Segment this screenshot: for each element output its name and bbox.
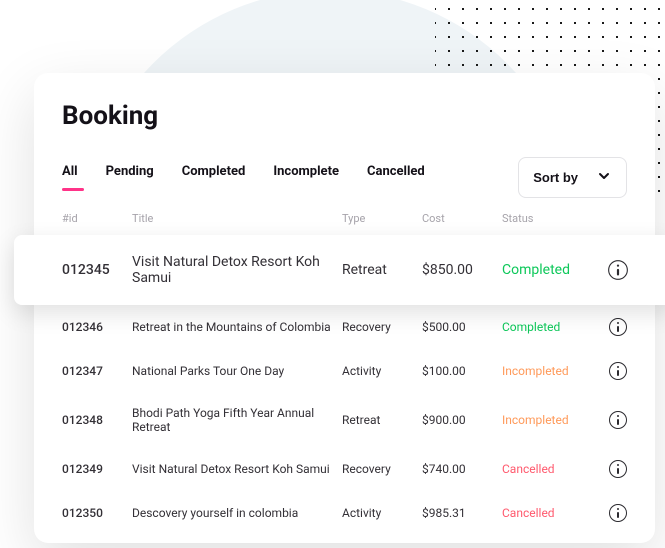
- status-badge: Completed: [502, 320, 600, 334]
- cell-id: 012349: [62, 462, 132, 476]
- cell-cost: $985.31: [422, 506, 502, 520]
- cell-cost: $500.00: [422, 320, 502, 334]
- col-title: Title: [132, 212, 342, 225]
- cell-actions: [600, 261, 627, 279]
- tab-incomplete[interactable]: Incomplete: [273, 164, 339, 191]
- status-badge: Incompleted: [502, 413, 600, 427]
- tab-cancelled[interactable]: Cancelled: [367, 164, 425, 191]
- cell-id: 012347: [62, 364, 132, 378]
- cell-actions: [600, 318, 627, 336]
- info-icon[interactable]: [609, 362, 627, 380]
- cell-type: Recovery: [342, 462, 422, 476]
- status-badge: Cancelled: [502, 462, 600, 476]
- cell-title: Visit Natural Detox Resort Koh Samui: [132, 462, 342, 476]
- sort-by-label: Sort by: [533, 170, 578, 185]
- col-id: #id: [62, 212, 132, 225]
- cell-title: Bhodi Path Yoga Fifth Year Annual Retrea…: [132, 406, 342, 434]
- info-icon[interactable]: [608, 260, 628, 280]
- info-icon[interactable]: [609, 460, 627, 478]
- cell-cost: $900.00: [422, 413, 502, 427]
- cell-cost: $100.00: [422, 364, 502, 378]
- cell-id: 012346: [62, 320, 132, 334]
- cell-id: 012348: [62, 413, 132, 427]
- cell-actions: [600, 460, 627, 478]
- cell-actions: [600, 504, 627, 522]
- sort-by-button[interactable]: Sort by: [518, 157, 627, 198]
- table-row[interactable]: 012347National Parks Tour One DayActivit…: [34, 349, 655, 393]
- info-icon[interactable]: [609, 318, 627, 336]
- col-status: Status: [502, 212, 600, 225]
- cell-title: National Parks Tour One Day: [132, 364, 342, 378]
- cell-type: Retreat: [342, 413, 422, 427]
- col-actions: [600, 212, 627, 225]
- cell-title: Visit Natural Detox Resort Koh Samui: [132, 254, 342, 286]
- cell-type: Retreat: [342, 262, 422, 278]
- status-badge: Cancelled: [502, 506, 600, 520]
- cell-title: Descovery yourself in colombia: [132, 506, 342, 520]
- cell-id: 012350: [62, 506, 132, 520]
- table-header-row: #id Title Type Cost Status: [34, 198, 655, 235]
- filter-tabs: All Pending Completed Incomplete Cancell…: [62, 164, 425, 191]
- cell-type: Recovery: [342, 320, 422, 334]
- info-icon[interactable]: [609, 411, 627, 429]
- col-cost: Cost: [422, 212, 502, 225]
- col-type: Type: [342, 212, 422, 225]
- table-row[interactable]: 012346Retreat in the Mountains of Colomb…: [34, 305, 655, 349]
- tab-all[interactable]: All: [62, 164, 78, 191]
- cell-cost: $740.00: [422, 462, 502, 476]
- booking-card: Booking All Pending Completed Incomplete…: [34, 73, 655, 543]
- cell-type: Activity: [342, 506, 422, 520]
- cell-actions: [600, 362, 627, 380]
- cell-actions: [600, 411, 627, 429]
- table-row[interactable]: 012345Visit Natural Detox Resort Koh Sam…: [14, 235, 665, 305]
- cell-title: Retreat in the Mountains of Colombia: [132, 320, 342, 334]
- chevron-down-icon: [596, 168, 612, 187]
- cell-cost: $850.00: [422, 262, 502, 278]
- page-title: Booking: [62, 101, 627, 131]
- info-icon[interactable]: [609, 504, 627, 522]
- table-row[interactable]: 012348Bhodi Path Yoga Fifth Year Annual …: [34, 393, 655, 447]
- table-row[interactable]: 012349Visit Natural Detox Resort Koh Sam…: [34, 447, 655, 491]
- status-badge: Incompleted: [502, 364, 600, 378]
- filters-row: All Pending Completed Incomplete Cancell…: [34, 157, 655, 198]
- table-row[interactable]: 012350Descovery yourself in colombiaActi…: [34, 491, 655, 535]
- status-badge: Completed: [502, 262, 600, 278]
- tab-completed[interactable]: Completed: [182, 164, 246, 191]
- cell-type: Activity: [342, 364, 422, 378]
- cell-id: 012345: [62, 262, 132, 278]
- table-body: 012345Visit Natural Detox Resort Koh Sam…: [34, 235, 655, 535]
- tab-pending[interactable]: Pending: [106, 164, 154, 191]
